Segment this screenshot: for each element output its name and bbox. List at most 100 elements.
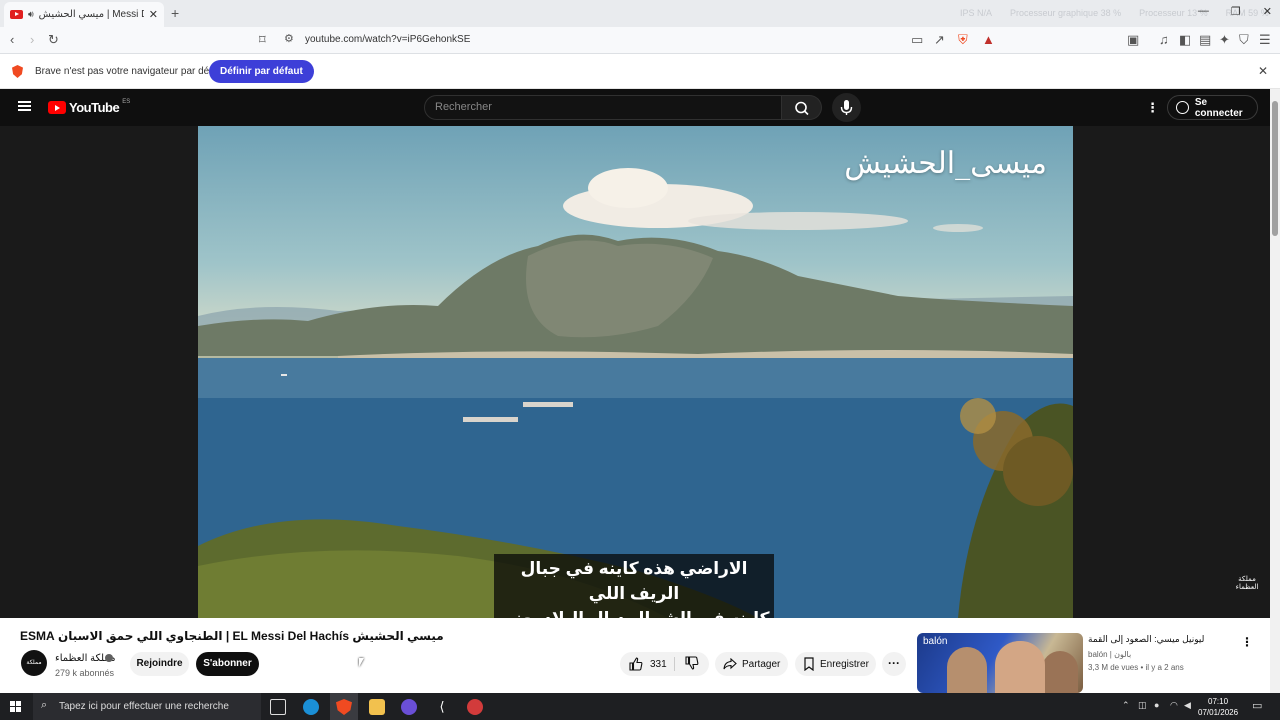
tray-chevron-icon[interactable]: ⌃: [1122, 700, 1130, 711]
video-player[interactable]: ميسى_الحشيش الاراضي هذه كاينه في جبال ال…: [0, 126, 1270, 618]
sidebar-icon[interactable]: ◧: [1179, 32, 1191, 48]
brave-logo-icon: [12, 65, 23, 78]
task-view-icon[interactable]: [270, 699, 286, 715]
windows-start-icon[interactable]: [10, 701, 21, 712]
clock-time: 07:10: [1208, 697, 1229, 706]
like-dislike-group: 331: [620, 652, 709, 676]
taskbar-search[interactable]: ⌕ Tapez ici pour effectuer une recherche: [33, 693, 261, 720]
youtube-wordmark: YouTube: [69, 100, 120, 115]
channel-avatar[interactable]: مملكة العظماء: [21, 650, 47, 692]
search-input[interactable]: [435, 101, 765, 113]
scrollbar-thumb[interactable]: [1272, 101, 1278, 236]
sign-in-button[interactable]: Se connecter: [1167, 95, 1258, 120]
tray-icon[interactable]: ◫: [1138, 700, 1147, 711]
share-page-icon[interactable]: ↗: [934, 32, 945, 48]
join-button[interactable]: Rejoindre: [130, 652, 189, 676]
page-scrollbar[interactable]: [1270, 89, 1280, 693]
notifications-icon[interactable]: ▭: [1252, 699, 1262, 712]
youtube-logo[interactable]: YouTube ES: [48, 99, 130, 115]
recommended-video-thumbnail[interactable]: balón: [917, 633, 1083, 693]
search-button[interactable]: [782, 95, 822, 120]
video-title: ميسي الحشيش EL Messi Del Hachís | الطنجا…: [20, 629, 444, 643]
new-tab-icon[interactable]: +: [171, 5, 179, 21]
media-icon[interactable]: ♫: [1159, 32, 1169, 47]
caption-line: كاينه في الشمال ديال البلاد يعني قريبه: [498, 606, 770, 618]
recommended-menu-icon[interactable]: ⋮: [1241, 635, 1253, 649]
leo-ai-icon[interactable]: ✦: [1219, 32, 1230, 48]
save-button[interactable]: Enregistrer: [795, 652, 876, 676]
channel-watermark[interactable]: مملكة العظماء: [1235, 576, 1259, 600]
browser-tab[interactable]: 🔊︎ میسي الحشيش | Messi Del Hachís ✕: [4, 2, 164, 27]
more-actions-icon[interactable]: ···: [882, 652, 906, 676]
account-icon: [1176, 101, 1189, 114]
reload-icon[interactable]: ↻: [48, 32, 59, 48]
minimize-icon[interactable]: —: [1198, 5, 1209, 18]
guide-menu-icon[interactable]: [18, 101, 31, 111]
system-stat: Processeur graphique 38 %: [1010, 8, 1122, 18]
video-info: ميسي الحشيش EL Messi Del Hachís | الطنجا…: [0, 618, 1270, 693]
taskbar-clock[interactable]: 07:10 07/01/2026: [1198, 696, 1238, 718]
app-icon[interactable]: [467, 699, 483, 715]
close-tab-icon[interactable]: ✕: [149, 8, 158, 21]
brave-shields-icon[interactable]: ⛨: [958, 32, 968, 48]
share-button[interactable]: Partager: [715, 652, 788, 676]
close-window-icon[interactable]: ✕: [1263, 5, 1272, 18]
subscriber-count: 279 k abonnés: [55, 668, 115, 678]
system-stat: IPS N/A: [960, 8, 993, 18]
tab-title: میسي الحشيش | Messi Del Hachís: [38, 9, 144, 20]
caption-line: الاراضي هذه كاينه في جبال الريف اللي: [520, 559, 748, 603]
search-box[interactable]: [424, 95, 782, 120]
thumbs-down-icon: [685, 656, 699, 670]
wallet-icon[interactable]: ▤: [1199, 32, 1211, 48]
menu-icon[interactable]: ☰: [1259, 32, 1271, 48]
recommended-channel[interactable]: balón | بالون: [1088, 650, 1131, 659]
clock-date: 07/01/2026: [1198, 708, 1239, 717]
back-icon[interactable]: ‹: [10, 32, 14, 47]
browser-toolbar: ‹ › ↻ ⌑ ⚙ youtube.com/watch?v=iP6GehonkS…: [0, 27, 1280, 54]
bookmark-save-icon: [804, 657, 814, 671]
microphone-tray-icon[interactable]: ●: [1154, 700, 1159, 710]
sign-in-label: Se connecter: [1194, 96, 1243, 119]
close-infobar-icon[interactable]: ✕: [1258, 64, 1268, 78]
forward-icon[interactable]: ›: [30, 32, 34, 47]
caption-box: الاراضي هذه كاينه في جبال الريف اللي كاي…: [494, 554, 774, 618]
dislike-button[interactable]: [675, 652, 709, 676]
settings-menu-icon[interactable]: ⋮: [1146, 100, 1159, 116]
youtube-play-icon: [48, 101, 66, 114]
thumbnail-brand: balón: [923, 636, 948, 647]
cast-icon[interactable]: ▭: [911, 32, 923, 48]
restore-icon[interactable]: ❐: [1231, 5, 1241, 18]
video-watermark: ميسى_الحشيش: [844, 146, 1047, 181]
microphone-icon: [840, 100, 853, 115]
set-default-button[interactable]: Définir par défaut: [209, 60, 314, 83]
recommended-meta: 3,3 M de vues • il y a 2 ans: [1088, 663, 1184, 672]
subscribe-button[interactable]: S'abonner: [196, 652, 259, 676]
thumbs-up-icon: [629, 657, 643, 671]
wifi-icon[interactable]: ◠: [1170, 700, 1178, 711]
volume-icon[interactable]: ◀: [1184, 700, 1191, 711]
speaker-icon[interactable]: 🔊︎: [28, 9, 34, 20]
messenger-icon[interactable]: [401, 699, 417, 715]
address-bar[interactable]: ⚙ youtube.com/watch?v=iP6GehonkSE: [276, 30, 1002, 51]
bookmark-icon[interactable]: ⌑: [259, 32, 266, 48]
edge-icon[interactable]: [303, 699, 319, 715]
search-icon: ⌕: [41, 699, 48, 711]
save-label: Enregistrer: [820, 658, 869, 670]
brave-rewards-icon[interactable]: ▲: [982, 32, 995, 47]
tab-search-icon[interactable]: ▣: [1127, 32, 1139, 48]
search-icon: [795, 101, 809, 116]
recommended-video-title[interactable]: ليونيل ميسي: الصعود إلى القمة: [1088, 634, 1204, 645]
capcut-icon[interactable]: ⟨: [434, 699, 450, 715]
like-button[interactable]: 331: [620, 652, 673, 676]
voice-search-button[interactable]: [832, 93, 861, 122]
file-explorer-icon[interactable]: [369, 699, 385, 715]
taskbar-search-placeholder: Tapez ici pour effectuer une recherche: [59, 701, 229, 712]
vpn-icon[interactable]: ⛉: [1239, 32, 1249, 48]
share-label: Partager: [742, 658, 781, 670]
url-text[interactable]: youtube.com/watch?v=iP6GehonkSE: [305, 34, 470, 45]
video-frame[interactable]: ميسى_الحشيش الاراضي هذه كاينه في جبال ال…: [198, 126, 1073, 618]
site-info-icon[interactable]: ⚙: [284, 32, 294, 45]
window-controls: — ❐ ✕: [1198, 5, 1272, 18]
share-icon: [723, 658, 737, 670]
verified-check-icon: [105, 654, 113, 662]
